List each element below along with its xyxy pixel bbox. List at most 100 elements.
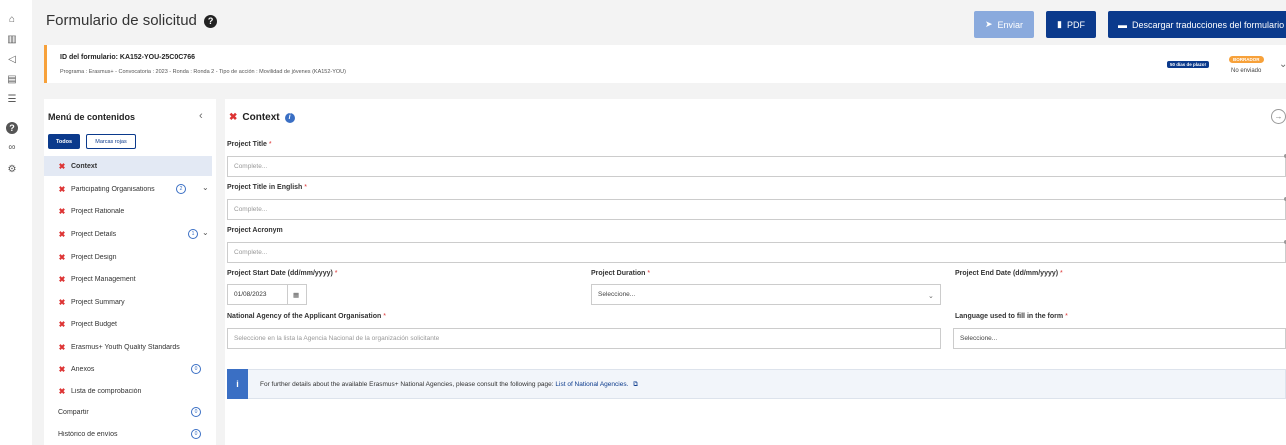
project-title-input[interactable]: Complete... — [227, 156, 1286, 177]
link-icon[interactable]: ∞ — [6, 142, 18, 154]
project-title-english-input[interactable]: Complete... — [227, 199, 1286, 220]
label-text: Project Title in English — [227, 184, 303, 191]
page-title: Formulario de solicitud ? — [46, 12, 218, 29]
menu-item-project-details[interactable]: ✖ Project Details 1 ⌄ — [44, 224, 212, 244]
menu-item-participating-organisations[interactable]: ✖ Participating Organisations 2 ⌄ — [44, 179, 212, 199]
project-acronym-input[interactable]: Complete... — [227, 242, 1286, 263]
menu-item-label: Project Design — [71, 253, 117, 261]
next-arrow-icon[interactable]: → — [1271, 109, 1286, 124]
download-translations-label: Descargar traducciones del formulario — [1132, 19, 1285, 30]
section-title-text: Context — [242, 112, 280, 123]
start-date-label: Project Start Date (dd/mm/yyyy) * — [227, 270, 338, 277]
error-icon: ✖ — [229, 112, 238, 123]
menu-item-project-rationale[interactable]: ✖ Project Rationale — [44, 201, 212, 221]
send-icon: ➤ — [984, 19, 993, 29]
icon-rail: ⌂ ▥ ◁ ▤ ☰ ? ∞ ⚙ — [0, 0, 24, 445]
menu-item-context[interactable]: ✖ Context — [44, 156, 212, 176]
note-body: For further details about the available … — [260, 381, 554, 388]
error-icon: ✖ — [58, 274, 66, 284]
form-id: ID del formulario: KA152-YOU-25C0C766 — [60, 54, 195, 61]
menu-item-submission-history[interactable]: Histórico de envíos 0 — [44, 424, 212, 444]
form-details: Programa : Erasmus+ - Convocatoria : 202… — [60, 69, 346, 75]
count-badge: 0 — [191, 364, 201, 374]
language-label: Language used to fill in the form * — [955, 313, 1068, 320]
filter-all-button[interactable]: Todos — [48, 134, 80, 149]
required-marker: * — [647, 270, 651, 277]
chevron-down-icon[interactable]: ⌄ — [1279, 59, 1286, 70]
contents-menu: Menú de contenidos ‹ Todos Marcas rojas … — [44, 99, 216, 445]
error-icon: ✖ — [58, 364, 66, 374]
menu-item-checklist[interactable]: ✖ Lista de comprobación — [44, 381, 212, 401]
error-icon: ✖ — [58, 161, 66, 171]
chevron-down-icon[interactable]: ⌄ — [202, 183, 209, 192]
project-title-english-label: Project Title in English * — [227, 184, 307, 191]
required-marker: * — [304, 184, 308, 191]
calendar-icon[interactable]: ▦ — [287, 284, 307, 305]
menu-item-project-management[interactable]: ✖ Project Management — [44, 269, 212, 289]
required-marker: * — [268, 141, 272, 148]
menu-item-label: Context — [71, 162, 98, 170]
error-icon: ✖ — [58, 252, 66, 262]
required-marker: * — [1065, 313, 1068, 320]
send-button[interactable]: ➤ Enviar — [974, 11, 1034, 38]
national-agency-label: National Agency of the Applicant Organis… — [227, 313, 386, 320]
chevron-down-icon[interactable]: ⌄ — [202, 228, 209, 237]
end-date-label: Project End Date (dd/mm/yyyy) * — [955, 270, 1063, 277]
menu-item-project-design[interactable]: ✖ Project Design — [44, 247, 212, 267]
context-section: ✖ Context i → Project Title * Complete..… — [225, 99, 1286, 445]
menu-item-youth-quality-standards[interactable]: ✖ Erasmus+ Youth Quality Standards — [44, 337, 212, 357]
list-icon[interactable]: ☰ — [6, 94, 18, 106]
info-icon[interactable]: i — [284, 112, 295, 123]
settings-icon[interactable]: ⚙ — [6, 164, 18, 176]
duration-label: Project Duration * — [591, 270, 650, 277]
language-select[interactable]: Seleccione... — [953, 328, 1286, 349]
page-title-text: Formulario de solicitud — [46, 12, 197, 29]
label-text: Project End Date (dd/mm/yyyy) — [955, 270, 1059, 277]
comment-icon: ▬ — [1118, 19, 1127, 30]
document-icon[interactable]: ▤ — [6, 74, 18, 86]
error-icon: ✖ — [58, 184, 66, 194]
download-translations-button[interactable]: ▬ Descargar traducciones del formulario — [1108, 11, 1286, 38]
label-text: National Agency of the Applicant Organis… — [227, 313, 382, 320]
label-text: Language used to fill in the form — [955, 313, 1064, 320]
label-text: Project Start Date (dd/mm/yyyy) — [227, 270, 333, 277]
institution-icon[interactable]: ▥ — [6, 34, 18, 46]
menu-item-label: Lista de comprobación — [71, 387, 142, 395]
help-icon[interactable]: ? — [6, 122, 18, 134]
count-badge: 0 — [191, 429, 201, 439]
home-icon[interactable]: ⌂ — [6, 14, 18, 26]
filter-red-flags-button[interactable]: Marcas rojas — [86, 134, 136, 149]
form-info-card: ID del formulario: KA152-YOU-25C0C766 Pr… — [44, 45, 1286, 83]
chevron-left-icon[interactable]: ‹ — [199, 110, 203, 122]
label-text: Project Title — [227, 141, 267, 148]
menu-item-label: Participating Organisations — [71, 185, 155, 193]
menu-item-label: Project Rationale — [71, 207, 125, 215]
menu-item-share[interactable]: Compartir 0 — [44, 402, 212, 422]
required-marker: * — [1060, 270, 1063, 277]
file-icon: ▮ — [1057, 19, 1062, 29]
error-icon: ✖ — [58, 206, 66, 216]
menu-item-project-budget[interactable]: ✖ Project Budget — [44, 314, 212, 334]
duration-select[interactable]: Seleccione... — [591, 284, 941, 305]
question-circle-icon[interactable]: ? — [204, 15, 218, 28]
required-marker: * — [334, 270, 338, 277]
note-text: For further details about the available … — [260, 381, 638, 389]
menu-item-anexos[interactable]: ✖ Anexos 0 — [44, 359, 212, 379]
national-agencies-link[interactable]: List of National Agencies. — [555, 381, 628, 388]
pdf-button[interactable]: ▮ PDF — [1046, 11, 1096, 38]
status-badge: BORRADOR — [1229, 56, 1264, 63]
menu-item-project-summary[interactable]: ✖ Project Summary — [44, 292, 212, 312]
error-icon: ✖ — [58, 386, 66, 396]
count-badge: 2 — [176, 184, 186, 194]
deadline-badge: 50 días de plazo! — [1167, 61, 1210, 68]
chevron-down-icon[interactable]: ⌄ — [928, 292, 934, 300]
menu-item-label: Erasmus+ Youth Quality Standards — [71, 343, 180, 351]
megaphone-icon[interactable]: ◁ — [6, 54, 18, 66]
error-icon: ✖ — [58, 229, 66, 239]
menu-item-label: Project Summary — [71, 298, 125, 306]
count-badge: 0 — [191, 407, 201, 417]
error-icon: ✖ — [58, 319, 66, 329]
national-agency-select[interactable]: Seleccione en la lista la Agencia Nacion… — [227, 328, 941, 349]
status-text: No enviado — [1231, 68, 1262, 74]
external-link-icon[interactable]: ⧉ — [633, 381, 638, 388]
